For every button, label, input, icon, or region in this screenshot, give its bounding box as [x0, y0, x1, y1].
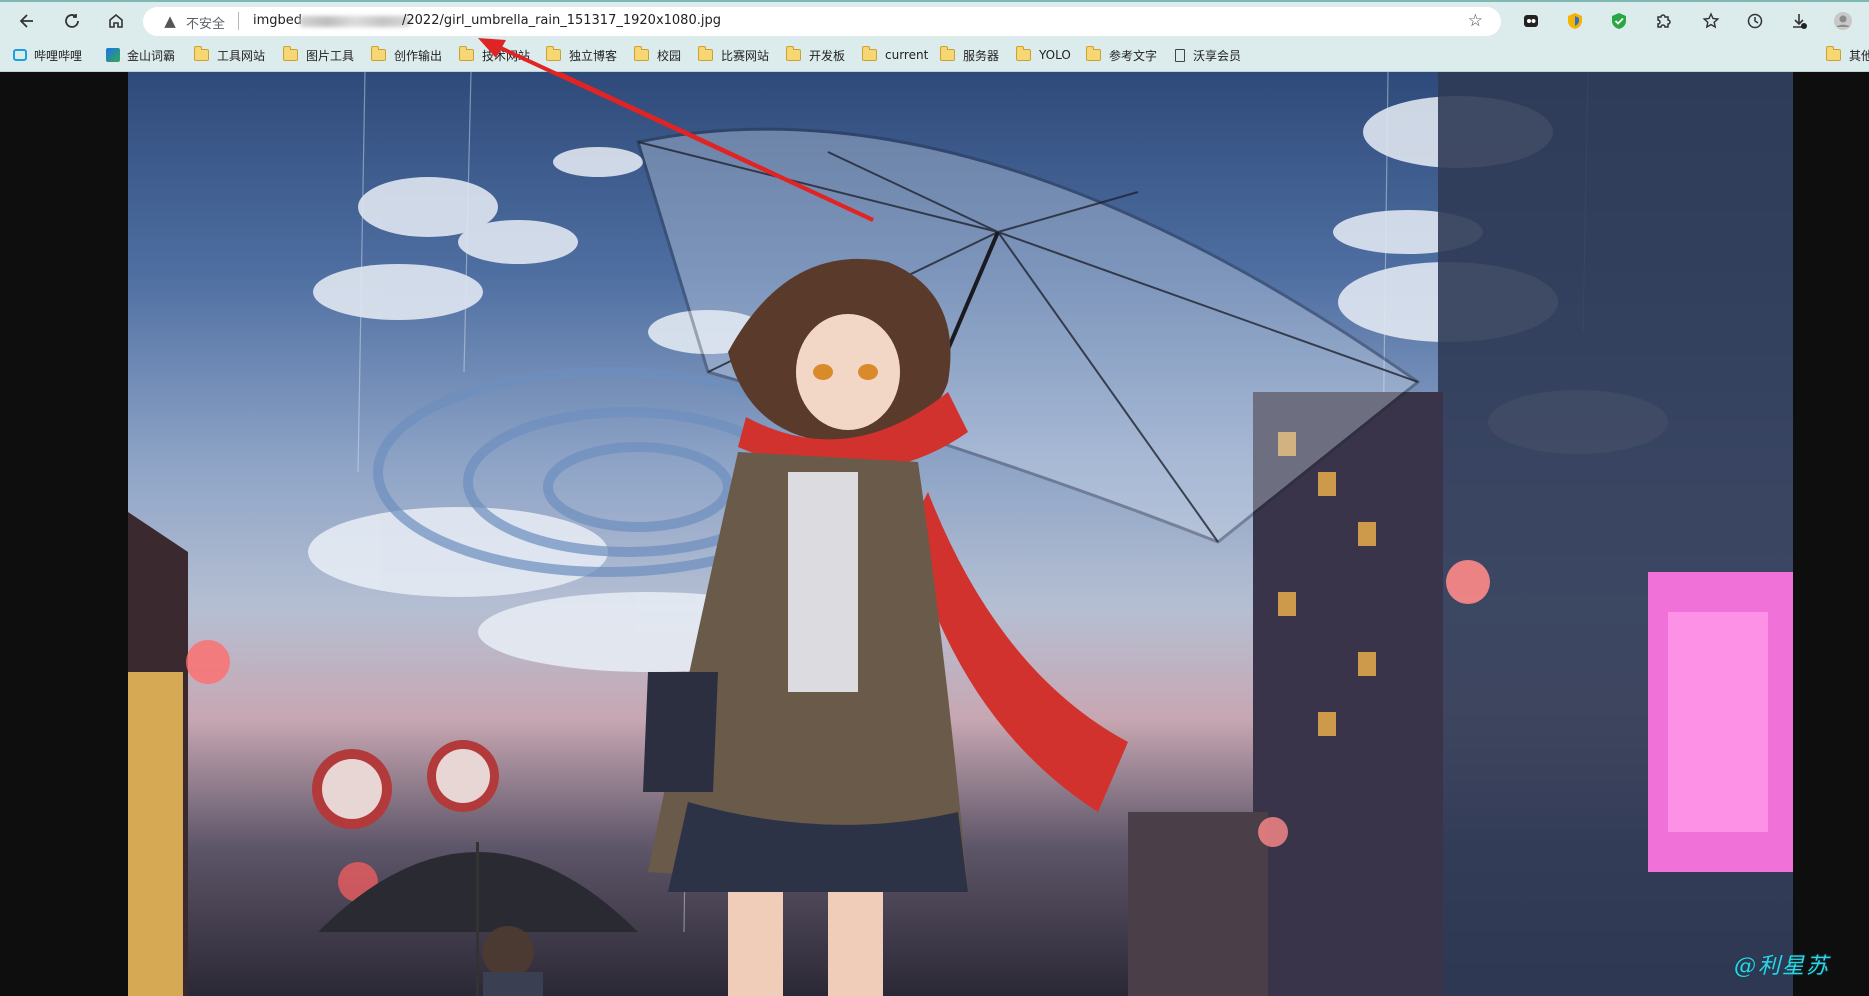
bookmark-folder-tech[interactable]: 技术网站 [459, 45, 530, 65]
bookmark-label: 参考文字 [1109, 48, 1158, 63]
watermark-text: @利星苏 [1734, 954, 1831, 979]
warning-triangle-icon[interactable]: ▲ [162, 13, 178, 29]
bookmark-label: YOLO [1039, 48, 1071, 62]
url-host: imgbed [253, 13, 303, 28]
jinshan-icon [106, 48, 120, 62]
bookmark-folder-others[interactable]: 其他 [1826, 45, 1869, 65]
favorites-icon[interactable] [1699, 9, 1723, 33]
artwork-svg [128, 72, 1793, 996]
bookmark-folder-tools[interactable]: 工具网站 [194, 45, 265, 65]
bookmark-label: 其他 [1849, 48, 1869, 63]
security-label[interactable]: 不安全 [186, 13, 225, 32]
redacted-url-segment [300, 16, 410, 27]
document-icon [1175, 48, 1185, 62]
bookmark-label: 独立博客 [569, 48, 618, 63]
bookmark-bilibili[interactable]: 哔哩哔哩 [13, 45, 82, 65]
folder-icon [698, 46, 713, 61]
folder-icon [1826, 46, 1841, 61]
bookmark-folder-yolo[interactable]: YOLO [1016, 45, 1071, 65]
url-path: /2022/girl_umbrella_rain_151317_1920x108… [402, 13, 721, 28]
folder-icon [283, 46, 298, 61]
back-icon[interactable] [12, 6, 42, 36]
bookmark-folder-campus[interactable]: 校园 [634, 45, 681, 65]
traffic-signs [312, 740, 499, 829]
bookmark-woxiang[interactable]: 沃享会员 [1175, 45, 1241, 65]
puzzle-icon[interactable] [1651, 9, 1675, 33]
shield-extension-icon[interactable] [1563, 9, 1587, 33]
folder-icon [546, 46, 561, 61]
ghost-extension-icon[interactable] [1519, 9, 1543, 33]
folder-icon [634, 46, 649, 61]
bookmark-label: 工具网站 [217, 48, 266, 63]
bookmark-folder-reference-text[interactable]: 参考文字 [1086, 45, 1157, 65]
home-icon[interactable] [101, 6, 131, 36]
browser-toolbar: ▲ 不安全 imgbed /2022/girl_umbrella_rain_15… [0, 0, 1869, 38]
folder-icon [1016, 46, 1031, 61]
folder-icon [371, 46, 386, 61]
bookmark-folder-blogs[interactable]: 独立博客 [546, 45, 617, 65]
folder-icon [786, 46, 801, 61]
bookmark-label: 沃享会员 [1193, 48, 1242, 63]
bookmark-folder-image-tools[interactable]: 图片工具 [283, 45, 354, 65]
reload-icon[interactable] [57, 6, 87, 36]
star-add-icon[interactable]: ☆ [1468, 11, 1483, 31]
address-divider [238, 12, 239, 30]
bookmark-folder-devboards[interactable]: 开发板 [786, 45, 845, 65]
bookmark-label: 校园 [657, 48, 682, 63]
image-viewer [0, 72, 1869, 996]
avatar-icon[interactable] [1831, 9, 1855, 33]
bookmark-label: current [885, 48, 929, 62]
displayed-image[interactable] [128, 72, 1793, 996]
bookmark-folder-contests[interactable]: 比赛网站 [698, 45, 769, 65]
bookmark-jinshan[interactable]: 金山词霸 [106, 45, 175, 65]
bookmark-folder-servers[interactable]: 服务器 [940, 45, 999, 65]
address-bar[interactable]: ▲ 不安全 imgbed /2022/girl_umbrella_rain_15… [143, 7, 1501, 36]
bookmark-label: 创作输出 [394, 48, 443, 63]
download-icon[interactable] [1787, 9, 1811, 33]
bookmark-label: 技术网站 [482, 48, 531, 63]
bookmarks-bar: 哔哩哔哩 金山词霸 工具网站 图片工具 创作输出 技术网站 独立博客 校园 比赛… [0, 38, 1869, 72]
folder-icon [862, 46, 877, 61]
history-icon[interactable] [1743, 9, 1767, 33]
bookmark-label: 开发板 [809, 48, 846, 63]
bookmark-label: 金山词霸 [127, 48, 176, 63]
bookmark-label: 图片工具 [306, 48, 355, 63]
folder-icon [940, 46, 955, 61]
bookmark-folder-creation[interactable]: 创作输出 [371, 45, 442, 65]
folder-icon [459, 46, 474, 61]
folder-icon [1086, 46, 1101, 61]
folder-icon [194, 46, 209, 61]
green-shield-extension-icon[interactable] [1607, 9, 1631, 33]
bookmark-label: 比赛网站 [721, 48, 770, 63]
bilibili-icon [13, 49, 27, 61]
bookmark-label: 服务器 [963, 48, 1000, 63]
bookmark-folder-current[interactable]: current [862, 45, 928, 65]
bookmark-label: 哔哩哔哩 [34, 48, 83, 63]
